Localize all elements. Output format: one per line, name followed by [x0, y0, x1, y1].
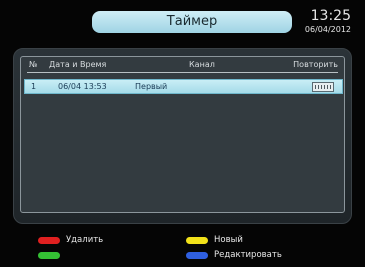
column-header-channel: Канал	[189, 60, 215, 69]
row-channel: Первый	[135, 82, 168, 91]
red-key-icon	[38, 237, 60, 244]
calendar-grid-icon	[312, 82, 334, 92]
column-header-datetime: Дата и Время	[49, 60, 107, 69]
clock-date: 06/04/2012	[304, 25, 351, 34]
row-datetime: 06/04 13:53	[58, 82, 107, 91]
key-legend: Удалить Новый Редактировать	[0, 230, 365, 267]
green-key-icon	[38, 252, 60, 259]
clock-time: 13:25	[310, 8, 351, 24]
edit-action[interactable]: Редактировать	[214, 250, 282, 260]
timer-panel: № Дата и Время Канал Повторить 1 06/04 1…	[13, 48, 352, 224]
column-header-number: №	[29, 60, 38, 69]
page-title: Таймер	[92, 11, 292, 33]
new-action[interactable]: Новый	[214, 235, 243, 245]
table-header: № Дата и Время Канал Повторить	[21, 57, 344, 73]
yellow-key-icon	[186, 237, 208, 244]
row-number: 1	[31, 82, 37, 91]
tv-osd-screen: Таймер 13:25 06/04/2012 № Дата и Время К…	[0, 0, 365, 267]
timer-table: № Дата и Время Канал Повторить 1 06/04 1…	[20, 56, 345, 213]
clock: 13:25 06/04/2012	[305, 9, 351, 35]
delete-action[interactable]: Удалить	[66, 235, 103, 245]
table-row[interactable]: 1 06/04 13:53 Первый	[24, 79, 343, 94]
blue-key-icon	[186, 252, 208, 259]
column-header-repeat: Повторить	[293, 60, 338, 69]
